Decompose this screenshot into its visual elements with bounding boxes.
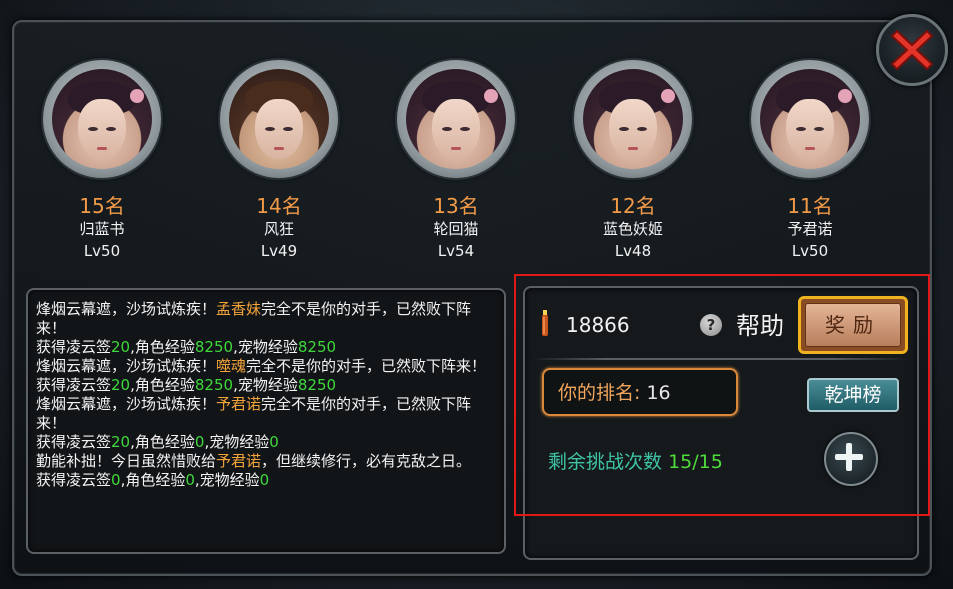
avatar[interactable] [574,60,692,178]
opponent-rank: 11名 [787,194,833,218]
opponent-card[interactable]: 13名 轮回猫 Lv54 [396,60,516,262]
opponent-card[interactable]: 12名 蓝色妖姬 Lv48 [573,60,693,262]
reward-value: 8250 [297,376,337,394]
opponent-level: Lv50 [83,242,121,260]
battle-log-panel[interactable]: 烽烟云幕遮，沙场试炼疾！孟香妹完全不是你的对手，已然败下阵来！ 获得凌云签20,… [26,288,506,554]
opponent-name: 予君诺 [787,220,833,238]
reward-value: 0 [185,471,195,489]
log-entry: 烽烟云幕遮，沙场试炼疾！噬魂完全不是你的对手，已然败下阵来！ [36,357,498,376]
reward-value: 0 [269,433,279,451]
reward-value: 8250 [297,338,337,356]
opponent-level: Lv50 [791,242,829,260]
log-text: 获得凌云签 [36,471,112,489]
opponent-name: 风狂 [263,220,294,238]
reward-value: 20 [111,376,131,394]
battle-log: 烽烟云幕遮，沙场试炼疾！孟香妹完全不是你的对手，已然败下阵来！ 获得凌云签20,… [36,300,498,490]
opponent-rank: 12名 [610,194,656,218]
reward-value: 8250 [194,338,234,356]
log-entry: 勤能补拙！今日虽然惜败给予君诺，但继续修行，必有克敌之日。 [36,452,498,471]
avatar[interactable] [397,60,515,178]
log-text: 获得凌云签 [36,433,112,451]
log-text: ,角色经验 [130,376,195,394]
log-text: ,角色经验 [130,338,195,356]
log-text: ,宠物经验 [194,471,260,489]
close-button[interactable] [876,14,948,86]
log-text: 烽烟云幕遮，沙场试炼疾！ [36,395,217,413]
close-x-icon [890,29,934,71]
reward-value: 20 [111,433,131,451]
opponent-rank: 15名 [79,194,125,218]
log-reward: 获得凌云签20,角色经验0,宠物经验0 [36,433,498,452]
opponent-name: 蓝色妖姬 [602,220,663,238]
log-text: ，但继续修行，必有克敌之日。 [261,452,472,470]
reward-value: 0 [259,471,270,489]
opponent-level: Lv54 [437,242,475,260]
opponent-level: Lv48 [614,242,652,260]
log-text: 烽烟云幕遮，沙场试炼疾！ [36,357,217,375]
avatar[interactable] [43,60,161,178]
log-text: ,角色经验 [120,471,186,489]
log-text: ,宠物经验 [233,338,298,356]
opponent-name-highlight: 予君诺 [216,395,262,413]
reward-value: 20 [111,338,131,356]
log-entry: 烽烟云幕遮，沙场试炼疾！孟香妹完全不是你的对手，已然败下阵来！ [36,300,498,338]
opponent-card[interactable]: 14名 风狂 Lv49 [219,60,339,262]
opponent-rank: 14名 [256,194,302,218]
opponent-card[interactable]: 11名 予君诺 Lv50 [750,60,870,262]
log-text: 获得凌云签 [36,376,112,394]
opponent-rank: 13名 [433,194,479,218]
highlight-selection-box [514,274,930,516]
log-text: ,角色经验 [130,433,195,451]
log-text: 完全不是你的对手，已然败下阵来！ [246,357,487,375]
log-entry: 烽烟云幕遮，沙场试炼疾！予君诺完全不是你的对手，已然败下阵来！ [36,395,498,433]
reward-value: 0 [194,433,205,451]
opponent-name-highlight: 噬魂 [216,357,247,375]
reward-value: 0 [111,471,121,489]
avatar[interactable] [751,60,869,178]
opponent-card[interactable]: 15名 归蓝书 Lv50 [42,60,162,262]
log-text: 获得凌云签 [36,338,112,356]
log-text: 烽烟云幕遮，沙场试炼疾！ [36,300,217,318]
log-text: 勤能补拙！今日虽然惜败给 [36,452,217,470]
opponent-level: Lv49 [260,242,298,260]
log-text: ,宠物经验 [204,433,270,451]
opponent-name: 归蓝书 [79,220,125,238]
log-reward: 获得凌云签20,角色经验8250,宠物经验8250 [36,338,498,357]
log-reward: 获得凌云签0,角色经验0,宠物经验0 [36,471,498,490]
opponent-name-highlight: 予君诺 [216,452,262,470]
opponent-name: 轮回猫 [433,220,479,238]
log-text: ,宠物经验 [233,376,298,394]
avatar[interactable] [220,60,338,178]
log-reward: 获得凌云签20,角色经验8250,宠物经验8250 [36,376,498,395]
reward-value: 8250 [194,376,234,394]
opponent-name-highlight: 孟香妹 [216,300,262,318]
